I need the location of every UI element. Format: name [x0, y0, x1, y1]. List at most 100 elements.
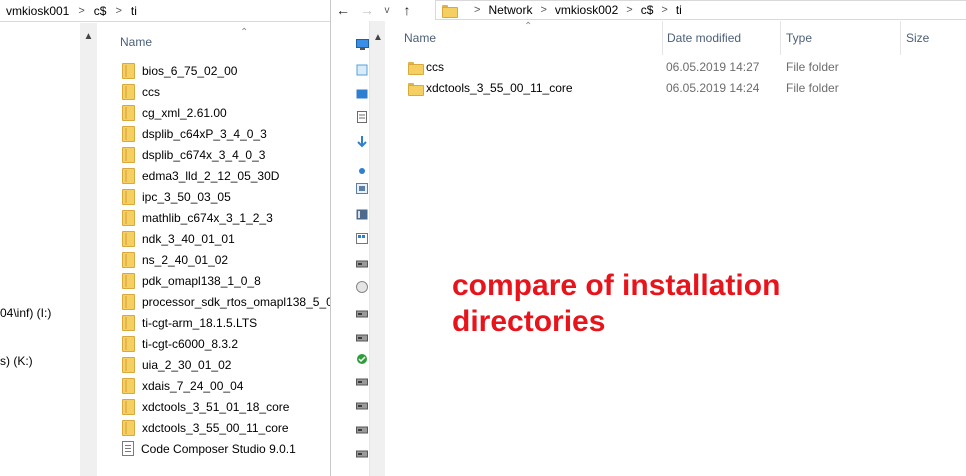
- back-button[interactable]: ←: [331, 0, 355, 20]
- folder-icon: [122, 314, 135, 331]
- drive-icon[interactable]: [355, 307, 369, 321]
- right-nav-scrollbar[interactable]: ▲: [369, 21, 385, 476]
- file-list-item[interactable]: processor_sdk_rtos_omapl138_5_03_: [97, 291, 330, 312]
- drive-icon[interactable]: [355, 447, 369, 461]
- documents-icon[interactable]: [355, 110, 369, 124]
- file-name: ti-cgt-c6000_8.3.2: [142, 336, 239, 351]
- forward-button[interactable]: →: [355, 0, 379, 20]
- file-list-item[interactable]: ndk_3_40_01_01: [97, 228, 330, 249]
- file-name: edma3_lld_2_12_05_30D: [142, 168, 280, 183]
- right-address-bar[interactable]: > Network > vmkiosk002 > c$ > ti: [435, 0, 966, 20]
- file-name: xdais_7_24_00_04: [142, 378, 244, 393]
- recent-locations-button[interactable]: v: [379, 0, 395, 20]
- file-name: xdctools_3_55_00_11_core: [426, 81, 573, 95]
- nav-drive-k[interactable]: s) (K:): [0, 354, 33, 368]
- file-type: File folder: [786, 81, 839, 95]
- cube-icon[interactable]: [355, 63, 369, 77]
- videos-icon[interactable]: [355, 207, 369, 221]
- file-list-item[interactable]: xdctools_3_55_00_11_core: [97, 417, 330, 438]
- column-header-date-modified[interactable]: Date modified: [663, 21, 781, 55]
- file-list-item[interactable]: ti-cgt-arm_18.1.5.LTS: [97, 312, 330, 333]
- file-name: dsplib_c64xP_3_4_0_3: [142, 126, 267, 141]
- left-breadcrumb-vmkiosk001[interactable]: vmkiosk001: [6, 4, 69, 18]
- chevron-right-icon[interactable]: >: [115, 5, 121, 17]
- file-list-item[interactable]: ns_2_40_01_02: [97, 249, 330, 270]
- up-button[interactable]: ↑: [395, 0, 419, 20]
- chevron-right-icon[interactable]: >: [626, 4, 632, 16]
- file-list-item[interactable]: xdctools_3_51_01_18_core: [97, 396, 330, 417]
- right-navigation-pane: [331, 21, 369, 476]
- windows-drive-icon[interactable]: [355, 231, 369, 245]
- left-breadcrumb-ti[interactable]: ti: [131, 4, 137, 18]
- file-name: ipc_3_50_03_05: [142, 189, 231, 204]
- music-icon[interactable]: [355, 163, 369, 177]
- file-list-item[interactable]: ccs: [97, 81, 330, 102]
- breadcrumb-vmkiosk002[interactable]: vmkiosk002: [555, 3, 618, 17]
- left-explorer-window: vmkiosk001 > c$ > ti 04\inf) (I:) s) (K:…: [0, 0, 330, 476]
- drive-icon[interactable]: [355, 331, 369, 345]
- chevron-right-icon[interactable]: >: [78, 5, 84, 17]
- folder-icon: [122, 209, 135, 226]
- drive-icon[interactable]: [355, 423, 369, 437]
- downloads-icon[interactable]: [355, 135, 369, 149]
- file-name: uia_2_30_01_02: [142, 357, 232, 372]
- left-nav-scrollbar[interactable]: ▲: [80, 23, 97, 476]
- file-list-item[interactable]: dsplib_c674x_3_4_0_3: [97, 144, 330, 165]
- dvd-drive-icon[interactable]: [355, 280, 369, 294]
- breadcrumb-ti[interactable]: ti: [676, 3, 682, 17]
- file-list-item[interactable]: uia_2_30_01_02: [97, 354, 330, 375]
- drive-icon[interactable]: [355, 375, 369, 389]
- folder-icon: [122, 83, 135, 100]
- left-address-bar[interactable]: vmkiosk001 > c$ > ti: [0, 0, 330, 22]
- file-list-item[interactable]: dsplib_c64xP_3_4_0_3: [97, 123, 330, 144]
- breadcrumb-c[interactable]: c$: [641, 3, 654, 17]
- file-name: ns_2_40_01_02: [142, 252, 229, 267]
- breadcrumb-network[interactable]: Network: [488, 3, 532, 17]
- file-list-item[interactable]: ti-cgt-c6000_8.3.2: [97, 333, 330, 354]
- folder-icon: [122, 377, 135, 394]
- file-list-item[interactable]: mathlib_c674x_3_1_2_3: [97, 207, 330, 228]
- chevron-right-icon[interactable]: >: [540, 4, 546, 16]
- desktop-icon[interactable]: [355, 37, 369, 51]
- drive-icon[interactable]: [355, 257, 369, 271]
- column-header-type[interactable]: Type: [781, 21, 901, 55]
- right-file-list: Name ⌃ Date modified Type Size ccs 06.05.…: [385, 21, 966, 476]
- chevron-right-icon[interactable]: >: [474, 4, 480, 16]
- file-list-item[interactable]: cg_xml_2.61.00: [97, 102, 330, 123]
- scroll-up-arrow-icon[interactable]: ▲: [370, 32, 386, 43]
- file-list-item[interactable]: ccs 06.05.2019 14:27 File folder: [385, 57, 966, 78]
- file-list-item[interactable]: edma3_lld_2_12_05_30D: [97, 165, 330, 186]
- drive-icon[interactable]: [355, 399, 369, 413]
- left-breadcrumb-c[interactable]: c$: [94, 4, 107, 18]
- annotation-line-1: compare of installation: [452, 269, 781, 302]
- desktop-folder-icon[interactable]: [355, 87, 369, 101]
- file-list-item[interactable]: ipc_3_50_03_05: [97, 186, 330, 207]
- file-name: ti-cgt-arm_18.1.5.LTS: [142, 315, 258, 330]
- file-list-item[interactable]: xdctools_3_55_00_11_core 06.05.2019 14:24…: [385, 78, 966, 99]
- pictures-icon[interactable]: [355, 181, 369, 195]
- synced-drive-icon[interactable]: [355, 352, 369, 366]
- column-header-size[interactable]: Size: [901, 21, 966, 55]
- column-header-name[interactable]: Name: [120, 35, 152, 49]
- folder-icon: [122, 188, 135, 205]
- folder-icon: [408, 62, 424, 75]
- file-list-item[interactable]: pdk_omapl138_1_0_8: [97, 270, 330, 291]
- folder-icon: [442, 4, 458, 18]
- chevron-right-icon[interactable]: >: [661, 4, 667, 16]
- file-name: xdctools_3_55_00_11_core: [142, 420, 289, 435]
- right-file-rows: ccs 06.05.2019 14:27 File folder xdctools_3…: [385, 57, 966, 99]
- nav-drive-i[interactable]: 04\inf) (I:): [0, 306, 51, 320]
- folder-icon: [122, 62, 135, 79]
- folder-icon: [122, 356, 135, 373]
- file-type: File folder: [786, 60, 839, 74]
- left-navigation-pane: 04\inf) (I:) s) (K:): [0, 23, 80, 476]
- scroll-up-arrow-icon[interactable]: ▲: [80, 31, 97, 45]
- file-list-item[interactable]: bios_6_75_02_00: [97, 60, 330, 81]
- file-name: pdk_omapl138_1_0_8: [142, 273, 261, 288]
- file-list-item[interactable]: Code Composer Studio 9.0.1: [97, 438, 330, 459]
- folder-icon: [122, 398, 135, 415]
- file-icon: [122, 441, 134, 456]
- file-name: ccs: [426, 60, 444, 74]
- file-name: cg_xml_2.61.00: [142, 105, 227, 120]
- file-list-item[interactable]: xdais_7_24_00_04: [97, 375, 330, 396]
